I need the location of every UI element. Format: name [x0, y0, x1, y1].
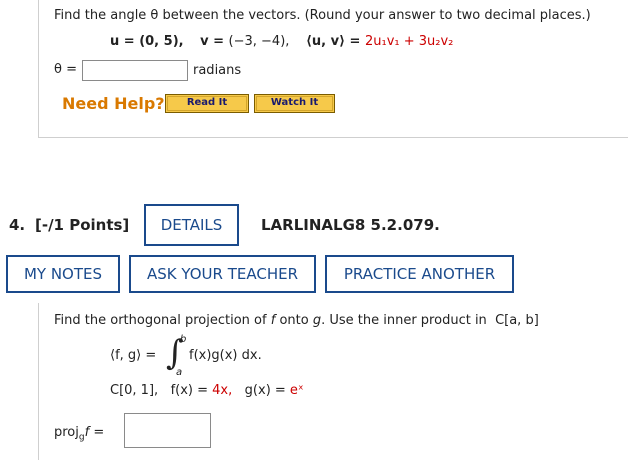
given-functions: C[0, 1], f(x) = 4x, g(x) = eˣ [110, 383, 304, 398]
projection-label: projgf = [54, 425, 104, 443]
theta-answer-input[interactable] [82, 60, 188, 81]
gx-label: g(x) = [244, 383, 290, 398]
watch-it-button[interactable]: Watch It [254, 94, 335, 113]
theta-label: θ = [54, 62, 77, 77]
inner-product-rhs: 2u₁v₁ + 3u₂v₂ [364, 34, 454, 49]
my-notes-button[interactable]: MY NOTES [6, 255, 120, 293]
fx-label: f(x) = [170, 383, 213, 398]
units-label: radians [193, 63, 242, 78]
gx-value: eˣ [289, 383, 304, 398]
proj-equals: = [89, 425, 105, 440]
problem-code: LARLINALG8 5.2.079. [261, 216, 440, 234]
prompt-space: C[a, b] [495, 313, 539, 328]
integrand: f(x)g(x) dx. [189, 348, 262, 363]
q3-vectors-line: u = (0, 5), v = (−3, −4), ⟨u, v⟩ = 2u₁v₁… [110, 34, 453, 49]
fx-value: 4x, [212, 383, 233, 398]
ask-your-teacher-button[interactable]: ASK YOUR TEACHER [129, 255, 316, 293]
projection-answer-input[interactable] [124, 413, 211, 448]
need-help-label: Need Help? [62, 94, 165, 113]
practice-another-button[interactable]: PRACTICE ANOTHER [325, 255, 514, 293]
read-it-button[interactable]: Read It [165, 94, 249, 113]
prompt-onto: onto [279, 313, 309, 328]
proj-word: proj [54, 425, 79, 440]
inner-product-lhs: ⟨u, v⟩ = [305, 34, 365, 49]
integral-lower-limit: a [176, 367, 183, 378]
prompt-pre: Find the orthogonal projection of [54, 313, 267, 328]
details-button[interactable]: DETAILS [144, 204, 239, 246]
prompt-post: . Use the inner product in [321, 313, 487, 328]
v-value: (−3, −4), [228, 34, 290, 49]
q4-prompt: Find the orthogonal projection of f onto… [54, 313, 539, 328]
integral-upper-limit: b [180, 334, 187, 345]
inner-product-lhs-4: ⟨f, g⟩ = [110, 348, 157, 363]
prompt-g: g [312, 313, 322, 328]
u-definition: u = (0, 5), [110, 34, 184, 49]
question-number: 4. [9, 216, 26, 234]
v-label: v = [200, 34, 229, 49]
prompt-f: f [270, 313, 276, 328]
points-label: [-/1 Points] [35, 216, 130, 234]
interval: C[0, 1], [110, 383, 159, 398]
q3-prompt: Find the angle θ between the vectors. (R… [54, 8, 591, 23]
